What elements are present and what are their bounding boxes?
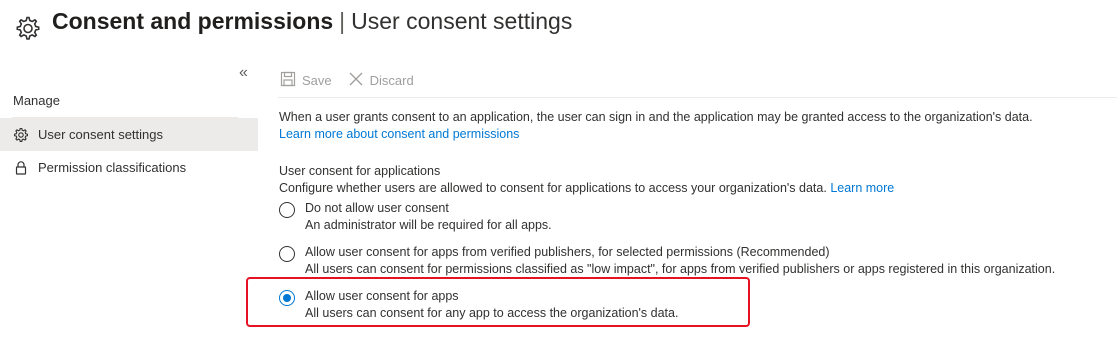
sidebar-item-permission-classifications[interactable]: Permission classifications <box>0 151 258 184</box>
sidebar-item-user-consent-settings[interactable]: User consent settings <box>0 118 258 151</box>
save-label: Save <box>302 72 332 88</box>
radio-button[interactable] <box>279 246 295 262</box>
save-icon <box>280 71 302 90</box>
radio-button[interactable] <box>279 202 295 218</box>
highlight-box <box>246 277 750 327</box>
section-description: Configure whether users are allowed to c… <box>279 181 894 195</box>
sidebar-section-manage: Manage <box>13 93 60 108</box>
discard-label: Discard <box>369 72 414 88</box>
save-button[interactable]: Save <box>280 71 332 90</box>
page-title-main: Consent and permissions <box>52 8 334 34</box>
lock-icon <box>13 160 29 176</box>
page-header: Consent and permissions | User consent set… <box>0 0 1117 50</box>
option-label: Do not allow user consent <box>305 201 449 215</box>
toolbar-divider <box>278 97 1117 98</box>
discard-button[interactable]: Discard <box>348 71 414 90</box>
gear-icon <box>12 14 42 44</box>
option-description: All users can consent for permissions cl… <box>305 262 1056 276</box>
gear-icon <box>13 127 29 143</box>
command-bar: Save Discard <box>280 65 430 95</box>
page-title: Consent and permissions | User consent set… <box>52 5 572 37</box>
section-title: User consent for applications <box>279 164 441 178</box>
title-separator: | <box>339 8 346 34</box>
sidebar-item-label: User consent settings <box>38 127 164 142</box>
learn-more-consent-link[interactable]: Learn more about consent and permissions <box>279 127 519 141</box>
option-label: Allow user consent for apps from verifie… <box>305 245 830 259</box>
page-subtitle: User consent settings <box>351 8 573 34</box>
close-icon <box>348 71 370 90</box>
option-description: An administrator will be required for al… <box>305 218 552 232</box>
learn-more-link[interactable]: Learn more <box>830 181 894 195</box>
consent-description: When a user grants consent to an applica… <box>279 110 1033 124</box>
sidebar: « Manage User consent settings Permissio… <box>0 60 258 339</box>
sidebar-item-label: Permission classifications <box>38 160 187 175</box>
collapse-sidebar-button[interactable]: « <box>239 64 248 82</box>
section-description-text: Configure whether users are allowed to c… <box>279 181 827 195</box>
